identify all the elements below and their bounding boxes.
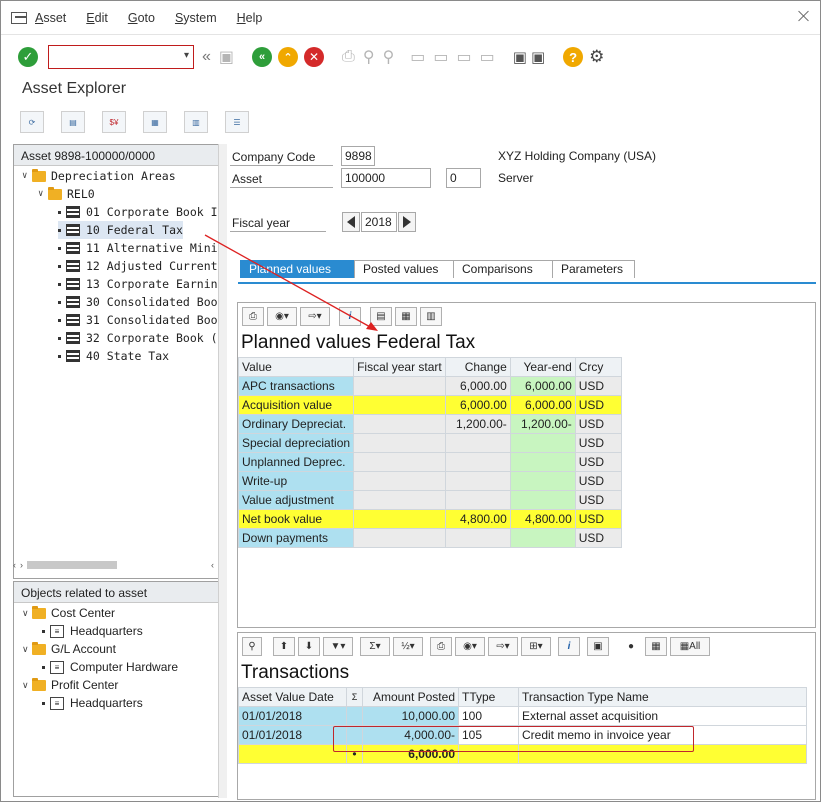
annotation-arrow <box>204 234 378 331</box>
